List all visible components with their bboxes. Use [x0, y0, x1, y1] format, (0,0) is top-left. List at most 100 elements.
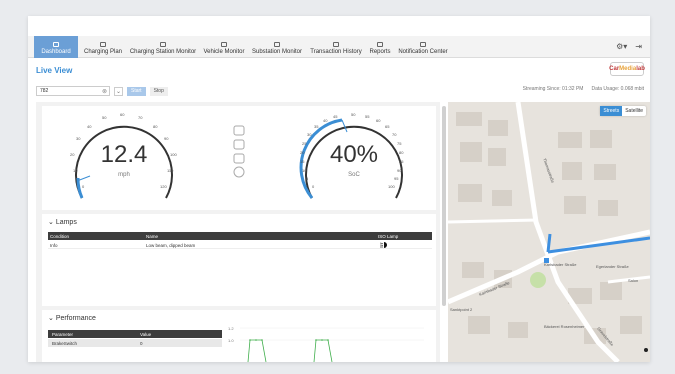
soc-tick-20: 20: [300, 150, 305, 155]
nav-dashboard[interactable]: Dashboard: [34, 36, 78, 58]
street-label: Karlsbader Straße: [544, 262, 577, 267]
chevron-down-icon[interactable]: ⌄: [114, 86, 123, 96]
perf-series-2: [313, 339, 333, 362]
soc-tick-70: 70: [392, 132, 397, 137]
street-label: Sanktpoint 2: [450, 307, 473, 312]
gear-icon[interactable]: ⚙▾: [616, 42, 627, 51]
nav-charging-plan[interactable]: Charging Plan: [82, 36, 124, 58]
speed-unit: mph: [118, 172, 130, 178]
soc-tick-25: 25: [302, 141, 307, 146]
soc-value: 40%: [330, 141, 378, 168]
soc-tick-50: 50: [351, 112, 356, 117]
speed-tick-70: 70: [138, 115, 143, 120]
performance-table-header: Parameter Value: [48, 330, 222, 338]
soc-tick-85: 85: [399, 159, 404, 164]
dashboard-panels: 0 10 20 30 40 50 60 70 80 90 100 110 120…: [36, 102, 440, 362]
speed-tick-60: 60: [120, 112, 125, 117]
lamps-table-header: Condition Name ISO Lamp: [48, 232, 432, 240]
speed-tick-0: 0: [82, 184, 85, 189]
soc-tick-55: 55: [365, 114, 370, 119]
soc-tick-45: 45: [333, 114, 338, 119]
gauges-svg: 0 10 20 30 40 50 60 70 80 90 100 110 120…: [70, 112, 404, 199]
stop-button[interactable]: Stop: [149, 86, 168, 96]
nav-right-actions: ⚙▾ ⇥: [616, 42, 642, 51]
nav-substation-monitor[interactable]: Substation Monitor: [249, 36, 305, 58]
soc-tick-15: 15: [300, 159, 305, 164]
soc-tick-30: 30: [307, 132, 312, 137]
park-area: [530, 272, 546, 288]
perf-series-1: [247, 339, 267, 362]
horn-icon[interactable]: [233, 153, 245, 164]
speed-tick-20: 20: [70, 152, 75, 157]
brand-logo: Car Media lab: [609, 62, 645, 76]
bank-icon: [333, 42, 339, 47]
close-icon[interactable]: ⊗: [102, 88, 109, 95]
logout-icon[interactable]: ⇥: [635, 42, 642, 51]
soc-tick-75: 75: [397, 141, 402, 146]
satellite-button[interactable]: Satellite: [622, 106, 646, 116]
speed-value: 12.4: [101, 141, 148, 168]
perf-tick-1-2: 1.2: [228, 326, 234, 331]
soc-tick-35: 35: [314, 124, 319, 129]
gauges-panel: 0 10 20 30 40 50 60 70 80 90 100 110 120…: [42, 106, 436, 210]
vehicle-action-icons: [233, 125, 245, 178]
start-button[interactable]: Start: [127, 86, 146, 96]
speed-tick-30: 30: [76, 136, 81, 141]
soc-tick-80: 80: [399, 150, 404, 155]
speed-tick-10: 10: [73, 168, 78, 173]
speed-tick-80: 80: [153, 124, 158, 129]
perf-tick-1-0: 1.0: [228, 338, 234, 343]
dashboard-icon: [53, 42, 59, 47]
nav-notification-center[interactable]: Notification Center: [395, 36, 451, 58]
nav-transaction-history[interactable]: Transaction History: [307, 36, 365, 58]
chart-icon: [377, 42, 383, 47]
performance-title[interactable]: ⌄ Performance: [48, 314, 96, 322]
street-label: Bäckerei Rosenheimer: [544, 324, 585, 329]
stream-info: Streaming Since: 01:32 PM Data Usage: 0.0…: [522, 86, 644, 92]
speed-tick-100: 100: [170, 152, 177, 157]
nav-charging-station-monitor[interactable]: Charging Station Monitor: [127, 36, 199, 58]
soc-tick-5: 5: [306, 176, 309, 181]
soc-unit: SoC: [348, 172, 360, 178]
page-title: Live View: [36, 66, 73, 75]
calendar-icon: [100, 42, 106, 47]
main-navigation: Dashboard Charging Plan Charging Station…: [28, 36, 650, 58]
soc-tick-100: 100: [388, 184, 395, 189]
notification-icon: [420, 42, 426, 47]
nav-vehicle-monitor[interactable]: Vehicle Monitor: [201, 36, 247, 58]
table-row: Info Low beam, dipped beam: [48, 241, 432, 249]
lamps-title[interactable]: ⌄ Lamps: [48, 218, 77, 226]
streets-button[interactable]: Streets: [600, 106, 623, 116]
soc-tick-40: 40: [323, 118, 328, 123]
car-icon: [221, 42, 227, 47]
soc-tick-65: 65: [385, 124, 390, 129]
speed-tick-110: 110: [167, 168, 174, 173]
soc-tick-0: 0: [312, 184, 315, 189]
soc-tick-60: 60: [376, 118, 381, 123]
map-type-toggle: Streets Satellite: [600, 106, 646, 116]
lock-icon[interactable]: [233, 125, 245, 136]
app-window: Dashboard Charging Plan Charging Station…: [28, 16, 650, 362]
power-icon[interactable]: [233, 166, 245, 178]
substation-icon: [274, 42, 280, 47]
map-marker-dot: [644, 348, 648, 352]
street-label: Egerlander Straße: [596, 264, 629, 269]
soc-tick-95: 95: [394, 176, 399, 181]
speed-tick-90: 90: [164, 136, 169, 141]
soc-tick-10: 10: [302, 168, 307, 173]
speed-tick-40: 40: [87, 124, 92, 129]
speed-tick-50: 50: [102, 115, 107, 120]
panel-scrollbar[interactable]: [442, 106, 446, 306]
soc-needle: [341, 119, 348, 133]
vehicle-select[interactable]: 782 ⊗: [36, 86, 110, 96]
performance-chart: 1.2 1.0: [228, 326, 424, 362]
live-toolbar: 782 ⊗ ⌄ Start Stop: [36, 86, 168, 96]
unlock-icon[interactable]: [233, 139, 245, 150]
soc-tick-90: 90: [397, 168, 402, 173]
map-view[interactable]: Thomasstraße Karlsbader Straße Karlsbade…: [448, 102, 650, 362]
lamps-panel: ⌄ Lamps Condition Name ISO Lamp Info Low…: [42, 214, 436, 306]
performance-panel: ⌄ Performance Parameter Value BrakeSwitc…: [42, 310, 436, 362]
map-canvas: [448, 102, 650, 362]
nav-reports[interactable]: Reports: [367, 36, 393, 58]
table-row: BrakeSwitch 0: [48, 339, 222, 347]
